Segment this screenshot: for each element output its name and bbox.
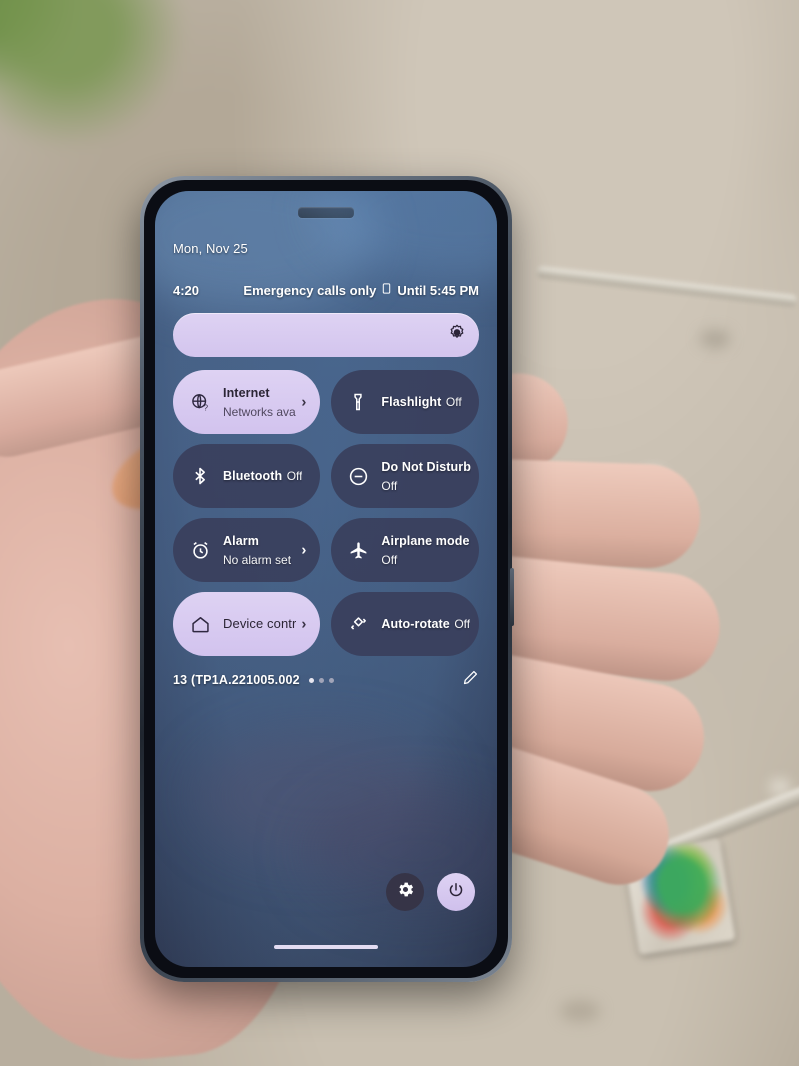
tile-subtitle: Off [381, 553, 398, 567]
chevron-right-icon[interactable]: › [301, 616, 306, 633]
alarm-clock-icon [189, 540, 211, 561]
dnd-until-label: Until 5:45 PM [397, 282, 479, 298]
tile-label-group: Auto-rotate Off [381, 614, 470, 633]
tile-title: Device contr [223, 616, 297, 632]
brightness-slider[interactable] [173, 313, 479, 357]
power-icon [447, 881, 465, 904]
tile-title: Auto-rotate [381, 617, 450, 632]
airplane-icon [347, 540, 369, 561]
minus-circle-icon [347, 466, 369, 487]
tile-flashlight[interactable]: Flashlight Off [331, 370, 479, 434]
tile-title: Bluetooth [223, 469, 283, 484]
smartphone: Mon, Nov 25 4:20 Emergency calls only Un… [140, 176, 514, 982]
tile-device-controls[interactable]: Device contr › [173, 592, 321, 656]
power-side-button[interactable] [510, 568, 514, 626]
pencil-icon[interactable] [462, 669, 479, 691]
tile-subtitle: Off [381, 479, 398, 493]
tile-label-group: Alarm No alarm set [223, 531, 312, 569]
tile-subtitle: Networks ava [223, 405, 296, 419]
status-clock: 4:20 [173, 282, 200, 298]
flashlight-icon [347, 392, 369, 412]
tile-subtitle: Off [286, 469, 303, 484]
status-right-group: Emergency calls only Until 5:45 PM [243, 282, 479, 298]
tile-label-group: Do Not Disturb Off [381, 457, 471, 495]
svg-text:?: ? [203, 403, 208, 412]
tile-title: Do Not Disturb [381, 459, 471, 474]
qs-bottom-buttons [386, 873, 475, 911]
tile-subtitle: No alarm set [223, 553, 292, 567]
status-bar: 4:20 Emergency calls only Until 5:45 PM [173, 282, 479, 298]
tile-label-group: Device contr [223, 614, 296, 633]
auto-rotate-icon [347, 614, 369, 635]
tile-internet[interactable]: ? Internet Networks ava › [173, 370, 321, 434]
ground-speck [560, 1000, 600, 1022]
carrier-label: Emergency calls only [243, 282, 377, 298]
quick-settings-panel: Mon, Nov 25 4:20 Emergency calls only Un… [155, 191, 497, 693]
screen-smudge [195, 731, 445, 861]
home-gesture-pill[interactable] [274, 945, 378, 949]
power-button[interactable] [437, 873, 475, 911]
status-date: Mon, Nov 25 [173, 241, 248, 256]
gear-icon [396, 880, 415, 904]
tile-subtitle: Off [445, 395, 462, 410]
chevron-right-icon[interactable]: › [301, 394, 306, 411]
tile-label-group: Flashlight Off [381, 392, 461, 411]
phone-screen[interactable]: Mon, Nov 25 4:20 Emergency calls only Un… [155, 191, 497, 967]
ground-speck [700, 330, 730, 348]
tile-title: Internet [223, 385, 270, 400]
tile-bluetooth[interactable]: Bluetooth Off [173, 444, 321, 508]
tile-label-group: Internet Networks ava [223, 383, 312, 421]
home-icon [189, 614, 211, 635]
alarm-clock-icon [381, 282, 392, 298]
bluetooth-icon [189, 466, 211, 486]
tile-title: Airplane mode [381, 533, 470, 548]
globe-question-icon: ? [189, 392, 211, 413]
page-dot[interactable] [328, 677, 334, 683]
qs-footer: 13 (TP1A.221005.002 [173, 667, 479, 693]
phone-bezel: Mon, Nov 25 4:20 Emergency calls only Un… [144, 180, 508, 978]
tile-label-group: Airplane mode Off [381, 531, 471, 569]
tile-do-not-disturb[interactable]: Do Not Disturb Off [331, 444, 479, 508]
tile-title: Alarm [223, 533, 259, 548]
tile-label-group: Bluetooth Off [223, 466, 302, 485]
brightness-auto-icon[interactable] [448, 324, 466, 347]
tile-auto-rotate[interactable]: Auto-rotate Off [331, 592, 479, 656]
page-dot[interactable] [318, 677, 324, 683]
page-indicator[interactable] [308, 677, 334, 683]
tile-alarm[interactable]: Alarm No alarm set › [173, 518, 321, 582]
tile-title: Flashlight [381, 395, 442, 410]
tile-subtitle: Off [454, 617, 471, 632]
tile-airplane-mode[interactable]: Airplane mode Off [331, 518, 479, 582]
settings-button[interactable] [386, 873, 424, 911]
chevron-right-icon[interactable]: › [301, 542, 306, 559]
build-number-label: 13 (TP1A.221005.002 [173, 673, 300, 687]
page-dot-active[interactable] [308, 677, 314, 683]
quick-settings-tiles: ? Internet Networks ava › Flashlight Off… [173, 370, 479, 656]
